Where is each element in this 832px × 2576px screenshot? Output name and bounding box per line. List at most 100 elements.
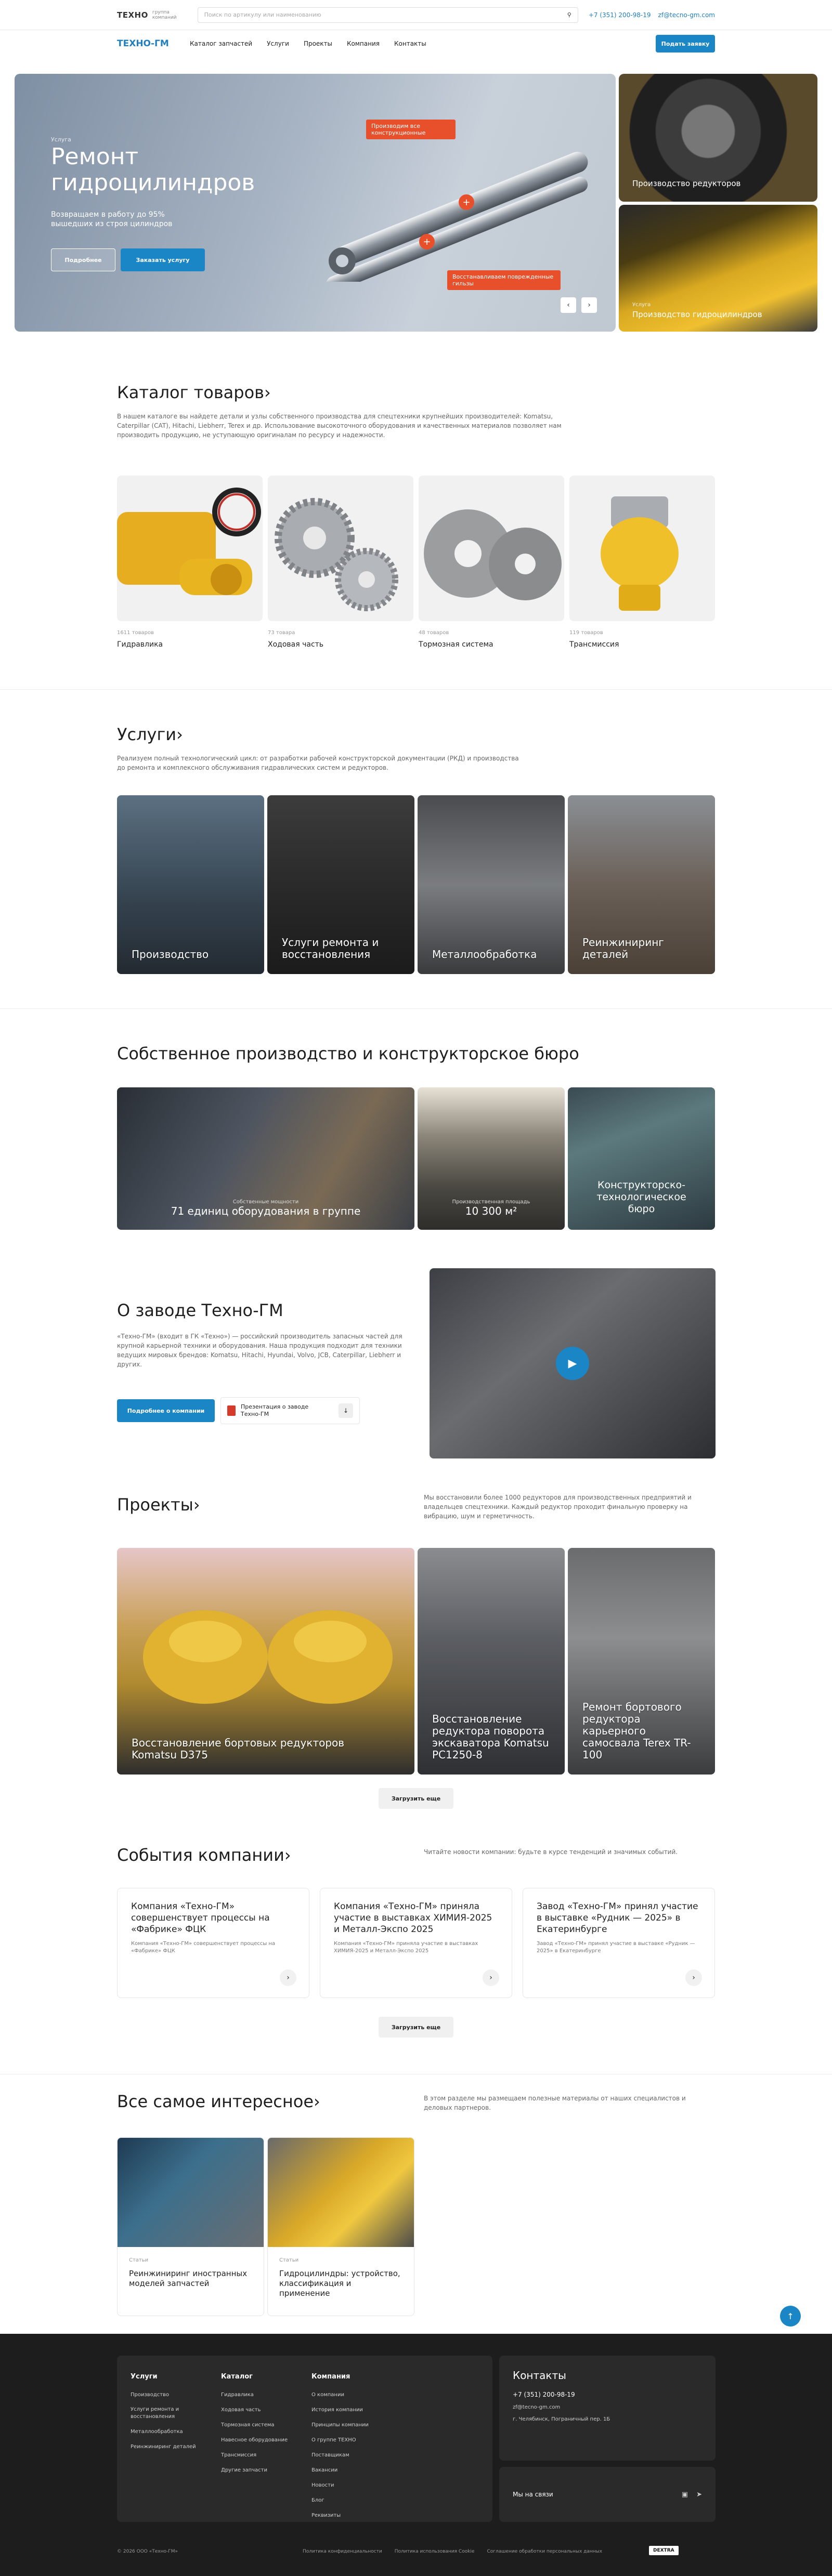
catalog-card-undercarriage[interactable] bbox=[268, 476, 413, 621]
header-email[interactable]: zf@tecno-gm.com bbox=[658, 11, 715, 19]
production-card-design-bureau: Конструкторско-технологическое бюро bbox=[568, 1087, 715, 1230]
catalog-name[interactable]: Трансмиссия bbox=[569, 640, 619, 649]
article-image bbox=[118, 2138, 264, 2247]
project-card-3[interactable]: Ремонт бортового редуктора карьерного са… bbox=[568, 1548, 715, 1775]
footer-link[interactable]: Тормозная система bbox=[221, 2417, 299, 2433]
hero-more-button[interactable]: Подробнее bbox=[51, 248, 115, 271]
catalog-name[interactable]: Гидравлика bbox=[117, 640, 163, 649]
footer-link[interactable]: Вакансии bbox=[311, 2463, 389, 2478]
site-logo[interactable]: ТЕХНО-ГМ bbox=[117, 38, 190, 49]
side-slide-gearbox[interactable]: Производство редукторов bbox=[619, 74, 817, 202]
side-slide-cylinders[interactable]: Услуга Производство гидроцилиндров bbox=[619, 205, 817, 332]
footer-contacts-title: Контакты bbox=[513, 2369, 566, 2382]
hero-order-button[interactable]: Заказать услугу bbox=[121, 248, 205, 271]
footer-address: г. Челябинск, Пограничный пер. 1Б bbox=[513, 2416, 610, 2422]
scroll-top-icon[interactable]: ↑ bbox=[780, 2306, 801, 2327]
event-card[interactable]: Компания «Техно-ГМ» совершенствует проце… bbox=[117, 1888, 309, 1998]
interesting-section-title[interactable]: Все самое интересное› bbox=[117, 2092, 320, 2111]
catalog-count: 48 товаров bbox=[419, 630, 449, 636]
gearbox-image bbox=[143, 1610, 393, 1704]
nav-item-catalog[interactable]: Каталог запчастей bbox=[190, 40, 252, 47]
catalog-name[interactable]: Тормозная система bbox=[419, 640, 493, 649]
developer-logo[interactable]: DEXTRA bbox=[649, 2546, 679, 2555]
request-button[interactable]: Подать заявку bbox=[656, 35, 715, 52]
about-company-button[interactable]: Подробнее о компании bbox=[117, 1399, 215, 1422]
footer-link[interactable]: Блог bbox=[311, 2493, 389, 2508]
events-description: Читайте новости компании: будьте в курсе… bbox=[424, 1848, 678, 1856]
catalog-count: 119 товаров bbox=[569, 630, 603, 636]
arrow-right-icon[interactable]: › bbox=[483, 1969, 499, 1986]
footer-link[interactable]: Навесное оборудование bbox=[221, 2433, 299, 2448]
services-section-title[interactable]: Услуги› bbox=[117, 725, 183, 744]
projects-section-title[interactable]: Проекты› bbox=[117, 1495, 200, 1515]
hero-plus-icon-1[interactable]: + bbox=[459, 194, 474, 210]
footer-link[interactable]: Другие запчасти bbox=[221, 2463, 299, 2478]
events-load-more-button[interactable]: Загрузить еще bbox=[379, 2017, 453, 2038]
footer-link[interactable]: Новости bbox=[311, 2478, 389, 2493]
nav-item-company[interactable]: Компания bbox=[347, 40, 380, 47]
event-card[interactable]: Завод «Техно-ГМ» принял участие в выстав… bbox=[523, 1888, 715, 1998]
nav-item-projects[interactable]: Проекты bbox=[304, 40, 332, 47]
service-card-reengineering[interactable]: Реинжиниринг деталей bbox=[568, 795, 715, 974]
slider-next-arrow-icon[interactable]: › bbox=[581, 297, 597, 313]
article-card[interactable]: Статьи Реинжиниринг иностранных моделей … bbox=[117, 2137, 264, 2316]
play-icon[interactable]: ▶ bbox=[556, 1347, 589, 1380]
service-card-metalwork[interactable]: Металлообработка bbox=[418, 795, 565, 974]
privacy-policy-link[interactable]: Политика конфиденциальности bbox=[303, 2549, 382, 2554]
nav-item-services[interactable]: Услуги bbox=[267, 40, 289, 47]
header-phone[interactable]: +7 (351) 200-98-19 bbox=[589, 11, 651, 19]
footer-phone[interactable]: +7 (351) 200-98-19 bbox=[513, 2391, 702, 2398]
article-tag: Статьи bbox=[129, 2257, 149, 2263]
slider-prev-arrow-icon[interactable]: ‹ bbox=[561, 297, 576, 313]
footer-link[interactable]: Гидравлика bbox=[221, 2387, 299, 2402]
project-card-2[interactable]: Восстановление редуктора поворота экскав… bbox=[418, 1548, 565, 1775]
vk-icon[interactable]: ▣ bbox=[682, 2491, 688, 2499]
nav-item-contacts[interactable]: Контакты bbox=[394, 40, 426, 47]
footer-link[interactable]: Трансмиссия bbox=[221, 2448, 299, 2463]
footer-link[interactable]: Ходовая часть bbox=[221, 2402, 299, 2417]
catalog-card-brakes[interactable] bbox=[419, 476, 564, 621]
service-card-repair[interactable]: Услуги ремонта и восстановления bbox=[267, 795, 414, 974]
download-icon[interactable]: ↓ bbox=[339, 1403, 353, 1418]
article-tag: Статьи bbox=[279, 2257, 299, 2263]
about-video[interactable]: ▶ bbox=[430, 1268, 716, 1458]
arrow-right-icon[interactable]: › bbox=[280, 1969, 296, 1986]
footer-link[interactable]: Поставщикам bbox=[311, 2448, 389, 2463]
footer-link[interactable]: Принципы компании bbox=[311, 2417, 389, 2433]
footer-links-panel: Услуги Производство Услуги ремонта и вос… bbox=[117, 2356, 492, 2522]
catalog-description: В нашем каталоге вы найдете детали и узл… bbox=[117, 413, 562, 439]
footer-link[interactable]: Металлообработка bbox=[131, 2424, 209, 2439]
catalog-card-hydraulics[interactable] bbox=[117, 476, 263, 621]
catalog-section-title[interactable]: Каталог товаров› bbox=[117, 383, 271, 402]
footer-link[interactable]: О компании bbox=[311, 2387, 389, 2402]
presentation-download[interactable]: Презентация о заводе Техно-ГМ ↓ bbox=[220, 1397, 360, 1424]
service-card-production[interactable]: Производство bbox=[117, 795, 264, 974]
footer-link[interactable]: Производство bbox=[131, 2387, 209, 2402]
hero-slider[interactable]: Услуга Ремонт гидроцилиндров Возвращаем … bbox=[15, 74, 616, 332]
article-title: Реинжиниринг иностранных моделей запчаст… bbox=[129, 2269, 248, 2288]
footer-link[interactable]: История компании bbox=[311, 2402, 389, 2417]
arrow-right-icon[interactable]: › bbox=[685, 1969, 702, 1986]
search-icon[interactable]: ⚲ bbox=[567, 11, 571, 18]
footer-link[interactable]: О группе ТЕХНО bbox=[311, 2433, 389, 2448]
events-section-title[interactable]: События компании› bbox=[117, 1845, 291, 1865]
group-logo[interactable]: ТЕХНО группа компаний bbox=[117, 10, 177, 20]
catalog-name[interactable]: Ходовая часть bbox=[268, 640, 323, 649]
projects-load-more-button[interactable]: Загрузить еще bbox=[379, 1788, 453, 1809]
footer-link[interactable]: Реинжиниринг деталей bbox=[131, 2439, 209, 2454]
cookie-policy-link[interactable]: Политика использования Cookie bbox=[395, 2549, 475, 2554]
hero-plus-icon-2[interactable]: + bbox=[419, 234, 435, 249]
data-agreement-link[interactable]: Соглашение обработки персональных данных bbox=[487, 2549, 602, 2554]
production-card-title: 71 единиц оборудования в группе bbox=[171, 1205, 361, 1217]
logo-subtitle: группа компаний bbox=[152, 9, 177, 20]
search-input[interactable]: Поиск по артикулу или наименованию ⚲ bbox=[197, 7, 578, 23]
footer-email[interactable]: zf@tecno-gm.com bbox=[513, 2404, 702, 2410]
telegram-icon[interactable]: ➤ bbox=[696, 2491, 702, 2499]
footer-link[interactable]: Реквизиты bbox=[311, 2508, 389, 2523]
interesting-description: В этом разделе мы размещаем полезные мат… bbox=[424, 2095, 686, 2111]
event-card[interactable]: Компания «Техно-ГМ» приняла участие в вы… bbox=[320, 1888, 512, 1998]
catalog-card-transmission[interactable] bbox=[569, 476, 715, 621]
article-card[interactable]: Статьи Гидроцилиндры: устройство, класси… bbox=[267, 2137, 414, 2316]
project-card-1[interactable]: Восстановление бортовых редукторов Komat… bbox=[117, 1548, 414, 1775]
footer-link[interactable]: Услуги ремонта и восстановления bbox=[131, 2406, 209, 2421]
